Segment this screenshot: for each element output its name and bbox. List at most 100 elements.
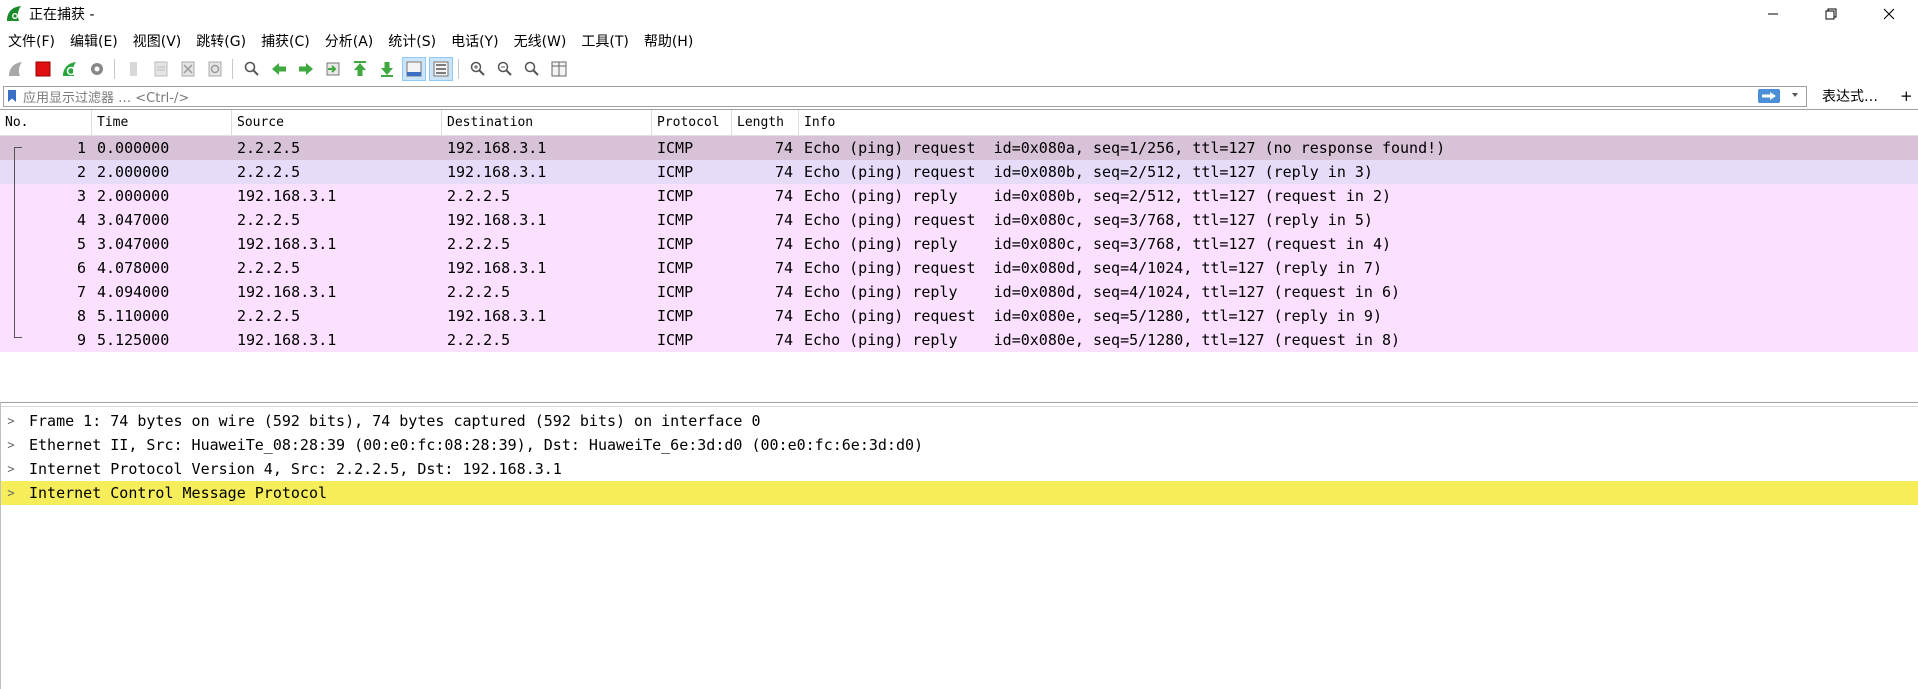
minimize-icon	[1768, 13, 1778, 15]
packet-info: Echo (ping) request id=0x080d, seq=4/102…	[804, 259, 1382, 277]
stop-capture-button[interactable]	[32, 58, 54, 80]
detail-row-ipv4[interactable]: > Internet Protocol Version 4, Src: 2.2.…	[0, 457, 1918, 481]
detail-row-icmp[interactable]: > Internet Control Message Protocol	[0, 481, 1918, 505]
packet-info: Echo (ping) request id=0x080a, seq=1/256…	[804, 139, 1446, 157]
go-last-icon	[381, 62, 393, 77]
restore-icon	[1825, 8, 1837, 20]
toolbar-separator	[232, 59, 233, 79]
packet-length: 74	[774, 283, 793, 301]
menu-go[interactable]: 跳转(G)	[188, 31, 253, 51]
auto-scroll-button[interactable]	[402, 57, 426, 81]
menu-file[interactable]: 文件(F)	[0, 31, 62, 51]
packet-time: 5.125000	[97, 331, 170, 349]
save-file-button[interactable]	[150, 58, 172, 80]
go-last-button[interactable]	[376, 58, 398, 80]
packet-time: 3.047000	[97, 235, 170, 253]
packet-row[interactable]: 5 3.047000 192.168.3.1 2.2.2.5 ICMP 74 E…	[0, 232, 1918, 256]
packet-details: > Frame 1: 74 bytes on wire (592 bits), …	[0, 409, 1918, 689]
packet-time: 4.078000	[97, 259, 170, 277]
packet-row[interactable]: 3 2.000000 192.168.3.1 2.2.2.5 ICMP 74 E…	[0, 184, 1918, 208]
menu-view[interactable]: 视图(V)	[125, 31, 189, 51]
column-header-info[interactable]: Info	[799, 110, 1918, 135]
find-packet-icon	[244, 61, 259, 76]
packet-protocol: ICMP	[657, 307, 694, 325]
packet-protocol: ICMP	[657, 187, 694, 205]
menu-edit[interactable]: 编辑(E)	[62, 31, 125, 51]
resize-columns-button[interactable]	[548, 58, 570, 80]
zoom-out-button[interactable]	[494, 58, 516, 80]
packet-row[interactable]: 8 5.110000 2.2.2.5 192.168.3.1 ICMP 74 E…	[0, 304, 1918, 328]
apply-filter-button[interactable]	[1758, 88, 1780, 103]
zoom-in-button[interactable]	[467, 58, 489, 80]
expression-button[interactable]: 表达式…	[1822, 86, 1878, 106]
wireshark-fin-icon	[7, 6, 21, 21]
go-to-packet-button[interactable]	[322, 58, 344, 80]
packet-protocol: ICMP	[657, 331, 694, 349]
reload-file-icon	[208, 61, 222, 77]
close-icon	[1883, 8, 1895, 20]
zoom-normal-button[interactable]	[521, 58, 543, 80]
packet-row[interactable]: 7 4.094000 192.168.3.1 2.2.2.5 ICMP 74 E…	[0, 280, 1918, 304]
start-capture-button[interactable]	[5, 58, 27, 80]
packet-row[interactable]: 9 5.125000 192.168.3.1 2.2.2.5 ICMP 74 E…	[0, 328, 1918, 352]
start-capture-icon	[9, 62, 22, 76]
menu-capture[interactable]: 捕获(C)	[253, 31, 317, 51]
packet-protocol: ICMP	[657, 139, 694, 157]
packet-row[interactable]: 6 4.078000 2.2.2.5 192.168.3.1 ICMP 74 E…	[0, 256, 1918, 280]
colorize-icon	[433, 61, 449, 77]
packet-time: 4.094000	[97, 283, 170, 301]
go-first-icon	[354, 61, 366, 76]
close-file-button[interactable]	[177, 58, 199, 80]
packet-row[interactable]: 1 0.000000 2.2.2.5 192.168.3.1 ICMP 74 E…	[0, 136, 1918, 160]
menu-help[interactable]: 帮助(H)	[636, 31, 700, 51]
menu-telephony[interactable]: 电话(Y)	[443, 31, 505, 51]
menu-statistics[interactable]: 统计(S)	[380, 31, 443, 51]
packet-source: 192.168.3.1	[237, 283, 337, 301]
column-header-protocol[interactable]: Protocol	[652, 110, 732, 135]
packet-info: Echo (ping) reply id=0x080d, seq=4/1024,…	[804, 283, 1401, 301]
add-filter-button[interactable]: +	[1900, 87, 1913, 105]
column-header-time[interactable]: Time	[92, 110, 232, 135]
packet-info: Echo (ping) reply id=0x080e, seq=5/1280,…	[804, 331, 1401, 349]
column-header-no[interactable]: No.	[0, 110, 92, 135]
go-first-button[interactable]	[349, 58, 371, 80]
go-back-button[interactable]	[268, 58, 290, 80]
detail-text: Frame 1: 74 bytes on wire (592 bits), 74…	[29, 412, 761, 430]
chevron-right-icon[interactable]: >	[0, 414, 22, 428]
restart-capture-icon	[63, 62, 76, 76]
display-filter-input[interactable]: 应用显示过滤器 … <Ctrl-/>	[3, 85, 1807, 107]
detail-row-frame[interactable]: > Frame 1: 74 bytes on wire (592 bits), …	[0, 409, 1918, 433]
packet-row[interactable]: 4 3.047000 2.2.2.5 192.168.3.1 ICMP 74 E…	[0, 208, 1918, 232]
menu-analyze[interactable]: 分析(A)	[317, 31, 381, 51]
open-file-button[interactable]	[123, 58, 145, 80]
menu-tools[interactable]: 工具(T)	[573, 31, 635, 51]
colorize-button[interactable]	[429, 57, 453, 81]
capture-options-button[interactable]	[86, 58, 108, 80]
chevron-right-icon[interactable]: >	[0, 486, 22, 500]
chevron-right-icon[interactable]: >	[0, 462, 22, 476]
chevron-right-icon[interactable]: >	[0, 438, 22, 452]
packet-protocol: ICMP	[657, 211, 694, 229]
detail-row-ethernet[interactable]: > Ethernet II, Src: HuaweiTe_08:28:39 (0…	[0, 433, 1918, 457]
packet-row[interactable]: 2 2.000000 2.2.2.5 192.168.3.1 ICMP 74 E…	[0, 160, 1918, 184]
menu-wireless[interactable]: 无线(W)	[506, 31, 574, 51]
menu-bar: 文件(F) 编辑(E) 视图(V) 跳转(G) 捕获(C) 分析(A) 统计(S…	[0, 30, 1918, 52]
restart-capture-button[interactable]	[59, 58, 81, 80]
find-packet-button[interactable]	[241, 58, 263, 80]
close-button[interactable]	[1860, 0, 1918, 28]
restore-button[interactable]	[1802, 0, 1860, 28]
reload-file-button[interactable]	[204, 58, 226, 80]
toolbar-separator	[458, 59, 459, 79]
column-header-source[interactable]: Source	[232, 110, 442, 135]
column-header-destination[interactable]: Destination	[442, 110, 652, 135]
minimize-button[interactable]	[1744, 0, 1802, 28]
pane-splitter-shadow	[0, 406, 1918, 407]
packet-info: Echo (ping) reply id=0x080c, seq=3/768, …	[804, 235, 1391, 253]
detail-text: Internet Control Message Protocol	[29, 484, 328, 502]
column-header-length[interactable]: Length	[732, 110, 799, 135]
go-forward-button[interactable]	[295, 58, 317, 80]
packet-destination: 2.2.2.5	[447, 331, 511, 349]
pane-splitter[interactable]	[0, 402, 1918, 403]
packet-destination: 2.2.2.5	[447, 235, 511, 253]
chevron-down-icon[interactable]	[1790, 90, 1800, 100]
